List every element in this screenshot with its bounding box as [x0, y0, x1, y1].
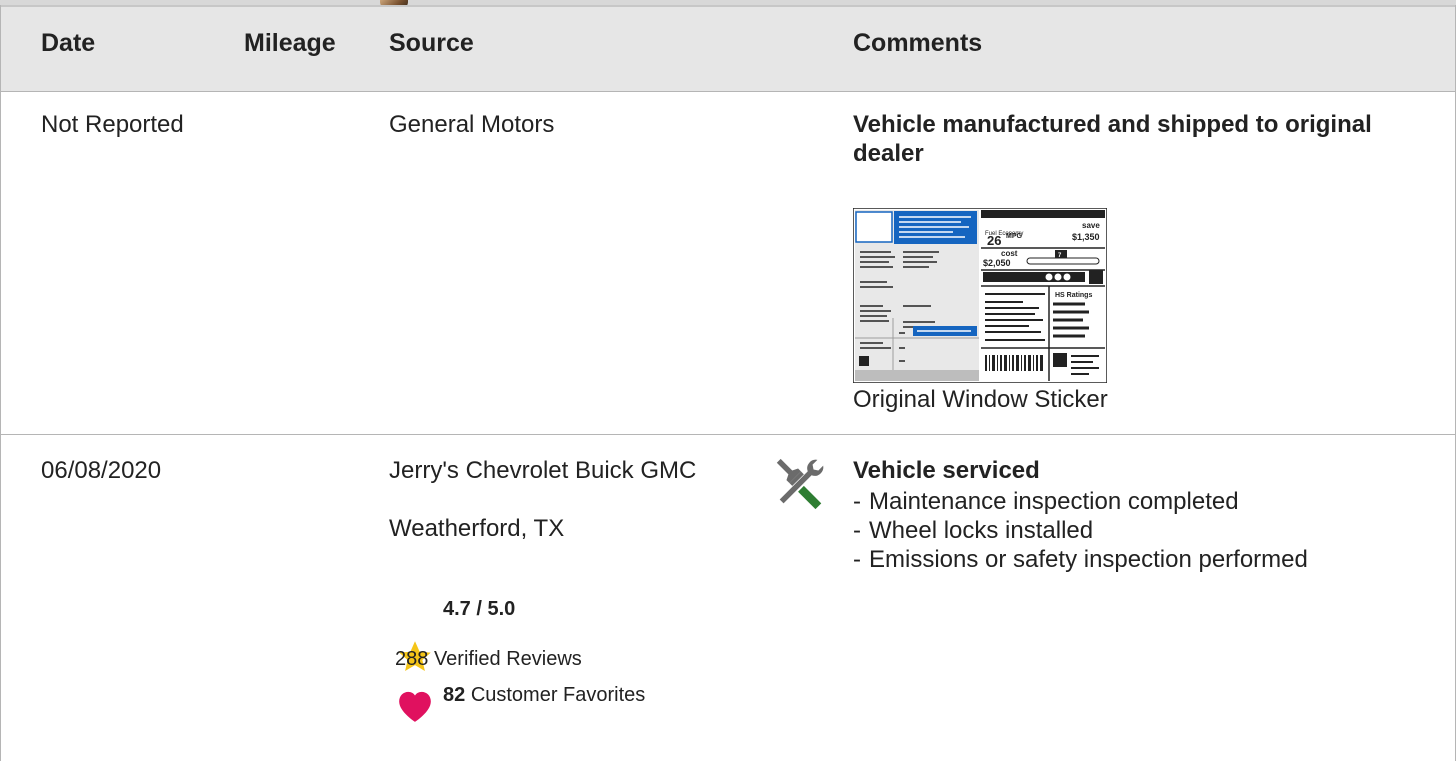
reviews-line[interactable]: 288 Verified Reviews	[395, 648, 582, 671]
sticker-save-value: $1,350	[1072, 232, 1100, 242]
window-sticker-thumbnail[interactable]: Fuel Economy 26 MPG save $1,350 cost $2,…	[853, 208, 1107, 383]
list-item: Wheel locks installed	[853, 516, 1413, 545]
sticker-cost-label: cost	[1001, 249, 1018, 258]
row-source: General Motors	[389, 111, 555, 138]
wrench-screwdriver-icon	[776, 458, 824, 510]
row-date: Not Reported	[41, 111, 184, 138]
favorites-line: 82 Customer Favorites	[443, 684, 645, 707]
reviews-count: 288	[395, 648, 429, 670]
dealer-name[interactable]: Jerry's Chevrolet Buick GMC	[389, 456, 729, 485]
favorites-label: Customer Favorites	[470, 684, 646, 706]
sticker-cost-value: $2,050	[983, 258, 1011, 268]
reviews-label: Verified Reviews	[433, 648, 582, 670]
dealer-location: Weatherford, TX	[389, 515, 565, 542]
window-sticker-caption[interactable]: Original Window Sticker	[853, 385, 1108, 414]
row-divider	[1, 434, 1455, 435]
sticker-mpg: 26	[987, 233, 1001, 248]
header-source[interactable]: Source	[389, 29, 474, 58]
row-date: 06/08/2020	[41, 457, 162, 484]
row-comment-title: Vehicle serviced	[853, 457, 1040, 484]
service-items-list: Maintenance inspection completed Wheel l…	[853, 487, 1413, 574]
header-date[interactable]: Date	[41, 29, 95, 58]
sticker-ratings-label: HS Ratings	[1055, 292, 1092, 299]
header-mileage[interactable]: Mileage	[244, 29, 336, 58]
sticker-mpg-unit: MPG	[1006, 233, 1023, 240]
vehicle-history-table: Date Mileage Source Comments Not Reporte…	[0, 5, 1456, 761]
list-item: Emissions or safety inspection performed	[853, 545, 1309, 574]
header-comments[interactable]: Comments	[853, 29, 982, 58]
heart-icon	[399, 691, 431, 722]
sticker-save-label: save	[1082, 221, 1100, 230]
row-comment-title: Vehicle manufactured and shipped to orig…	[853, 111, 1372, 167]
list-item: Maintenance inspection completed	[853, 487, 1413, 516]
table-header: Date Mileage Source Comments	[1, 5, 1455, 92]
dealer-rating: 4.7 / 5.0	[443, 598, 516, 620]
favorites-count: 82	[443, 684, 466, 706]
